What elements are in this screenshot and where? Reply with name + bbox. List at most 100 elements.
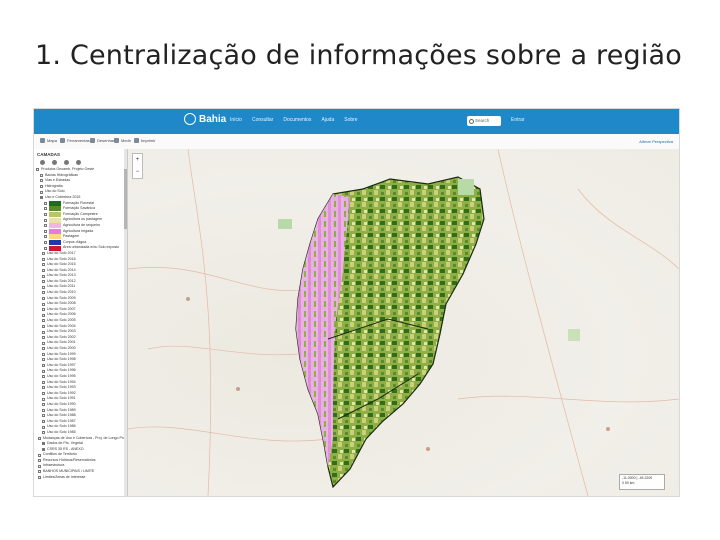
map-canvas[interactable]: + − -11.0000 | -45.2200 0 50 km [127, 148, 679, 496]
legend-swatch [49, 200, 61, 206]
main-nav: Início Consultar Documentos Ajuda Sobre [230, 117, 358, 123]
layer-checkbox[interactable] [42, 358, 45, 362]
layer-checkbox[interactable] [36, 168, 39, 172]
layer-checkbox[interactable] [42, 341, 45, 345]
zoom-in-button[interactable]: + [133, 154, 142, 166]
protected-area [568, 329, 580, 341]
layer-checkbox[interactable] [42, 375, 45, 379]
zoom-out-button[interactable]: − [133, 166, 142, 178]
layer-checkbox[interactable] [44, 213, 47, 217]
layer-checkbox[interactable] [42, 442, 45, 446]
layer-tree-item[interactable]: Limites/Áreas de Interesse [36, 475, 125, 481]
tool-mapa[interactable]: Mapa [40, 138, 57, 143]
layer-checkbox[interactable] [44, 201, 47, 205]
layer-checkbox[interactable] [42, 263, 45, 267]
brand[interactable]: Bahia [184, 113, 226, 125]
top-navigation-bar: Bahia Início Consultar Documentos Ajuda … [34, 109, 679, 134]
layer-checkbox[interactable] [42, 330, 45, 334]
layer-checkbox[interactable] [42, 347, 45, 351]
settings-icon[interactable] [52, 160, 57, 165]
layer-checkbox[interactable] [38, 436, 41, 440]
layer-checkbox[interactable] [42, 397, 45, 401]
pin-icon[interactable] [64, 160, 69, 165]
layer-checkbox[interactable] [42, 420, 45, 424]
layer-checkbox[interactable] [38, 459, 41, 463]
layer-checkbox[interactable] [38, 475, 41, 479]
layer-checkbox[interactable] [38, 464, 41, 468]
slide-title: 1. Centralização de informações sobre a … [35, 40, 683, 71]
layer-checkbox[interactable] [44, 246, 47, 250]
layer-checkbox[interactable] [42, 392, 45, 396]
layer-panel-tools [34, 158, 127, 167]
layer-checkbox[interactable] [42, 324, 45, 328]
legend-swatch [49, 240, 61, 246]
legend-swatch [49, 212, 61, 218]
brand-label: Bahia [199, 113, 227, 125]
nav-item-documentos[interactable]: Documentos [283, 117, 311, 123]
layer-checkbox[interactable] [42, 252, 45, 256]
layer-checkbox[interactable] [42, 380, 45, 384]
tool-label: Imprimir [141, 138, 156, 143]
tool-medir[interactable]: Medir [114, 138, 131, 143]
layer-checkbox[interactable] [42, 408, 45, 412]
layer-checkbox[interactable] [42, 403, 45, 407]
town-marker [426, 447, 430, 451]
layer-checkbox[interactable] [42, 386, 45, 390]
layer-checkbox[interactable] [42, 280, 45, 284]
layer-checkbox[interactable] [42, 431, 45, 435]
layer-panel-scrollbar[interactable] [124, 149, 127, 496]
nav-item-inicio[interactable]: Início [230, 117, 242, 123]
layer-tree: Produtos Geoamb. Projeto Oeste Bacias Hid… [34, 167, 127, 480]
layer-checkbox[interactable] [44, 224, 47, 228]
layer-checkbox[interactable] [44, 229, 47, 233]
login-link[interactable]: Entrar [511, 117, 525, 123]
layer-checkbox[interactable] [44, 218, 47, 222]
layer-checkbox[interactable] [42, 291, 45, 295]
layer-checkbox[interactable] [42, 285, 45, 289]
layer-checkbox[interactable] [42, 319, 45, 323]
tool-imprimir[interactable]: Imprimir [134, 138, 155, 143]
tool-ferramentas[interactable]: Ferramentas [60, 138, 90, 143]
layer-checkbox[interactable] [42, 352, 45, 356]
layer-checkbox[interactable] [40, 185, 43, 189]
nav-item-sobre[interactable]: Sobre [344, 117, 357, 123]
layer-checkbox[interactable] [42, 296, 45, 300]
layer-checkbox[interactable] [42, 369, 45, 373]
layer-checkbox[interactable] [40, 190, 43, 194]
nav-item-consultar[interactable]: Consultar [252, 117, 273, 123]
layer-checkbox[interactable] [44, 241, 47, 245]
legend-swatch [49, 223, 61, 229]
layer-checkbox[interactable] [38, 470, 41, 474]
tool-label: Ferramentas [67, 138, 90, 143]
layer-checkbox[interactable] [42, 257, 45, 261]
protected-area [458, 179, 474, 195]
legend-swatch [49, 245, 61, 251]
layer-checkbox[interactable] [42, 274, 45, 278]
zoom-control[interactable]: + − [132, 153, 143, 179]
layer-checkbox[interactable] [38, 453, 41, 457]
edit-icon[interactable] [76, 160, 81, 165]
layer-label: Limites/Áreas de Interesse [43, 474, 86, 479]
layer-checkbox[interactable] [42, 313, 45, 317]
layer-checkbox[interactable] [40, 179, 43, 183]
layer-checkbox[interactable] [42, 336, 45, 340]
layer-checkbox[interactable] [42, 308, 45, 312]
change-perspective-link[interactable]: Alterar Perspectiva [639, 139, 673, 144]
nav-item-ajuda[interactable]: Ajuda [321, 117, 334, 123]
layer-checkbox[interactable] [42, 268, 45, 272]
town-marker [236, 387, 240, 391]
layer-checkbox[interactable] [42, 302, 45, 306]
layer-checkbox[interactable] [44, 207, 47, 211]
add-layer-icon[interactable] [40, 160, 45, 165]
legend-swatch [49, 234, 61, 240]
layer-panel: CAMADAS Produtos Geoamb. Projeto Oeste Ba… [34, 149, 128, 496]
layer-checkbox[interactable] [40, 196, 43, 200]
layer-checkbox[interactable] [42, 414, 45, 418]
layer-checkbox[interactable] [42, 447, 45, 451]
layer-checkbox[interactable] [42, 425, 45, 429]
tool-desenhar[interactable]: Desenhar [90, 138, 114, 143]
layer-checkbox[interactable] [42, 364, 45, 368]
search-input[interactable]: Search [467, 116, 501, 126]
layer-checkbox[interactable] [44, 235, 47, 239]
layer-checkbox[interactable] [40, 173, 43, 177]
